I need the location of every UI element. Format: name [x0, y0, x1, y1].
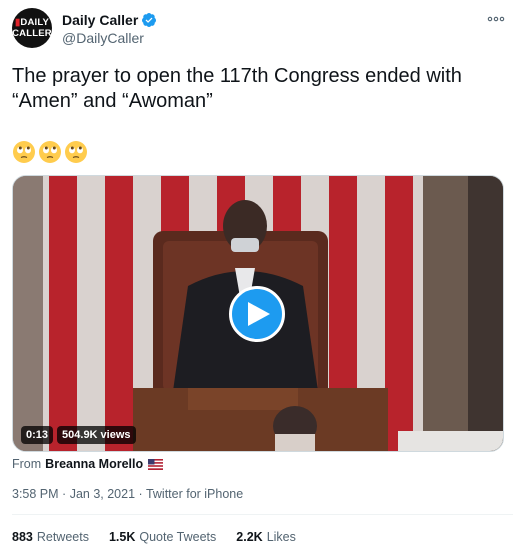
avatar[interactable]: ▮DAILY CALLER — [12, 8, 52, 48]
us-flag-icon — [148, 458, 164, 470]
engagement-stats: 883 Retweets 1.5K Quote Tweets 2.2K Likes — [12, 530, 316, 544]
attribution: From Breanna Morello — [12, 457, 164, 471]
quote-tweets-stat[interactable]: 1.5K Quote Tweets — [109, 530, 216, 544]
rolling-eyes-emoji-icon — [39, 141, 61, 163]
likes-stat[interactable]: 2.2K Likes — [236, 530, 296, 544]
author-name[interactable]: Daily Caller — [62, 12, 138, 28]
video-player[interactable]: 0:13 504.9K views — [12, 175, 504, 452]
author-handle[interactable]: @DailyCaller — [62, 30, 144, 46]
rolling-eyes-emoji-icon — [13, 141, 35, 163]
divider — [12, 514, 513, 515]
from-label: From — [12, 457, 42, 471]
retweets-count: 883 — [12, 530, 33, 544]
avatar-line2: CALLER — [12, 28, 52, 39]
author-row: Daily Caller — [62, 12, 157, 28]
play-icon — [248, 302, 270, 326]
tweet-text: The prayer to open the 117th Congress en… — [12, 65, 462, 112]
retweets-label: Retweets — [36, 530, 89, 544]
more-options-icon[interactable] — [487, 10, 505, 28]
tweet-time[interactable]: 3:58 PM — [12, 487, 59, 501]
emoji-row — [12, 140, 88, 164]
tweet-client[interactable]: Twitter for iPhone — [146, 487, 243, 501]
meta-separator: · — [62, 487, 70, 501]
video-info-badge: 0:13 504.9K views — [21, 426, 136, 444]
likes-label: Likes — [266, 530, 296, 544]
tweet-date[interactable]: Jan 3, 2021 — [70, 487, 135, 501]
video-views: 504.9K views — [57, 426, 136, 444]
rolling-eyes-emoji-icon — [65, 141, 87, 163]
quote-tweets-count: 1.5K — [108, 530, 136, 544]
tweet: ▮DAILY CALLER Daily Caller @DailyCaller … — [0, 0, 525, 557]
avatar-line1: ▮DAILY — [14, 17, 50, 28]
tweet-meta: 3:58 PM · Jan 3, 2021 · Twitter for iPho… — [12, 487, 243, 501]
meta-separator: · — [138, 487, 146, 501]
video-duration: 0:13 — [21, 426, 54, 444]
play-button[interactable] — [229, 286, 285, 342]
source-name[interactable]: Breanna Morello — [45, 457, 143, 471]
verified-badge-icon — [142, 13, 157, 28]
quote-tweets-label: Quote Tweets — [139, 530, 217, 544]
retweets-stat[interactable]: 883 Retweets — [12, 530, 89, 544]
likes-count: 2.2K — [236, 530, 263, 544]
